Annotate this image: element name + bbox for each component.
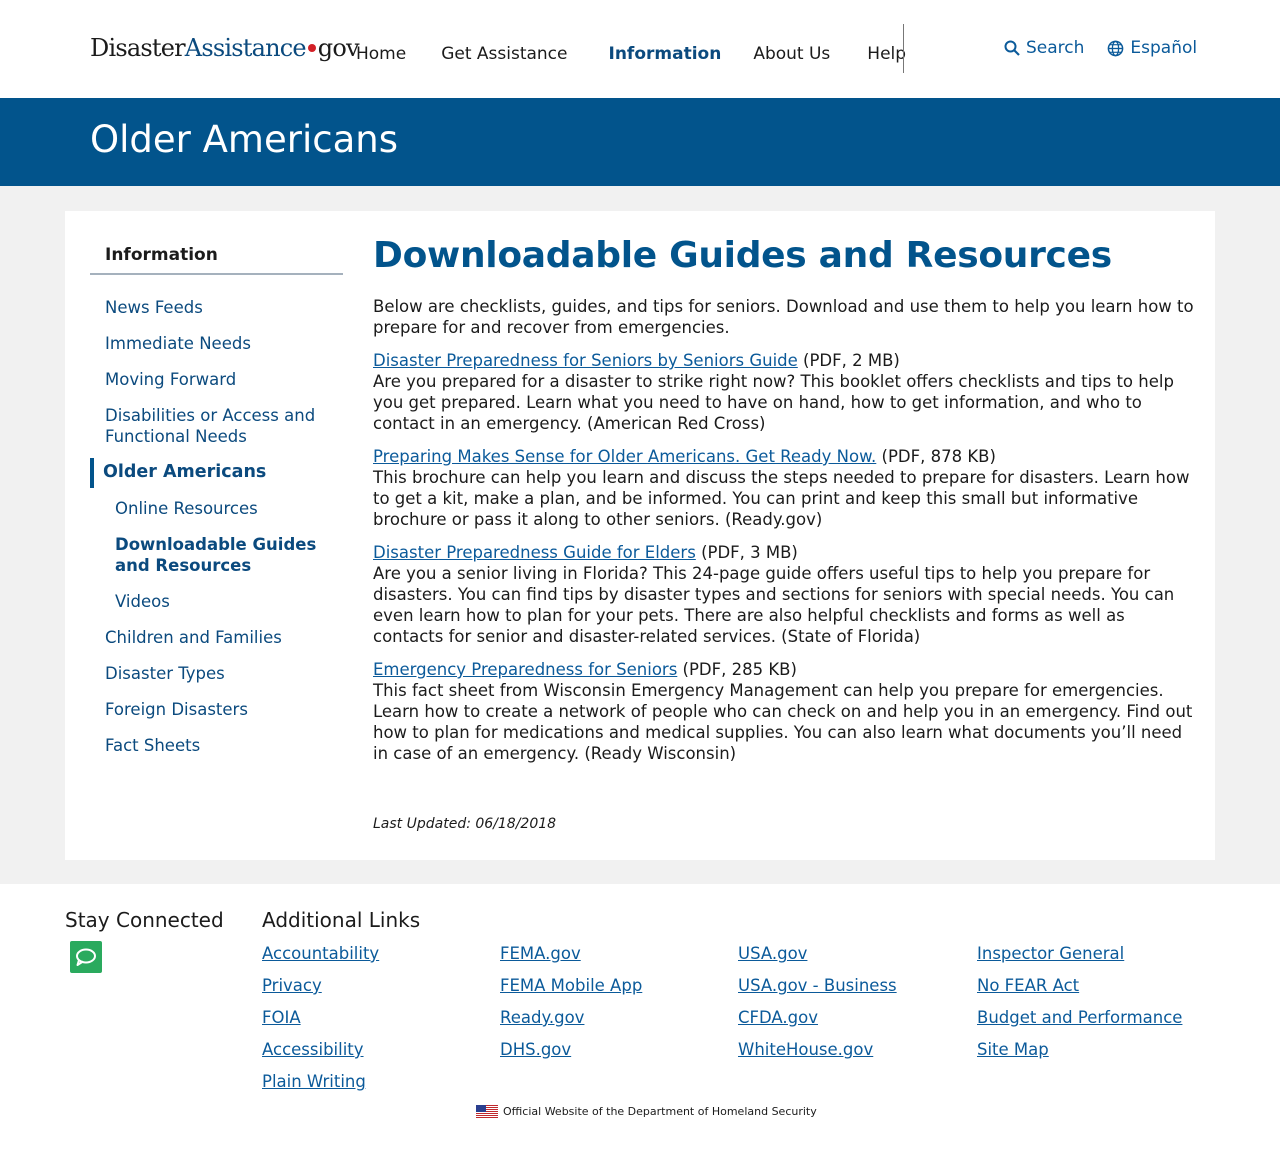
footer-link-cfda[interactable]: CFDA.gov — [738, 1008, 818, 1027]
footer-link-usa[interactable]: USA.gov — [738, 944, 807, 963]
nav-help[interactable]: Help — [867, 44, 906, 64]
footer-link-fema-mobile-app[interactable]: FEMA Mobile App — [500, 976, 642, 995]
sidebar-item-disaster-types[interactable]: Disaster Types — [105, 663, 340, 684]
sidebar-item-immediate-needs[interactable]: Immediate Needs — [105, 333, 340, 354]
page-title: Older Americans — [90, 118, 398, 161]
footer-link-plain-writing[interactable]: Plain Writing — [262, 1072, 366, 1091]
footer-link-fema[interactable]: FEMA.gov — [500, 944, 581, 963]
resource-link[interactable]: Disaster Preparedness for Seniors by Sen… — [373, 351, 798, 370]
sidebar-item-disabilities[interactable]: Disabilities or Access and Functional Ne… — [105, 405, 340, 447]
nav-about-us[interactable]: About Us — [753, 44, 830, 64]
resource-link[interactable]: Emergency Preparedness for Seniors — [373, 660, 677, 679]
resource-link[interactable]: Preparing Makes Sense for Older American… — [373, 447, 876, 466]
sidebar-heading: Information — [105, 245, 218, 265]
sidebar-item-news-feeds[interactable]: News Feeds — [105, 297, 340, 318]
sidebar-item-foreign-disasters[interactable]: Foreign Disasters — [105, 699, 340, 720]
sidebar-item-fact-sheets[interactable]: Fact Sheets — [105, 735, 340, 756]
resource-meta: (PDF, 2 MB) — [803, 351, 900, 370]
globe-icon — [1108, 40, 1124, 56]
additional-links-heading: Additional Links — [262, 908, 421, 932]
content-heading: Downloadable Guides and Resources — [373, 235, 1112, 276]
search-icon — [1004, 40, 1020, 56]
content-card: Information News Feeds Immediate Needs M… — [65, 211, 1215, 860]
footer-link-dhs[interactable]: DHS.gov — [500, 1040, 571, 1059]
search-button[interactable]: Search — [1004, 38, 1084, 58]
chat-button[interactable] — [70, 941, 102, 973]
nav-information[interactable]: Information — [609, 44, 722, 64]
footer-link-usa-business[interactable]: USA.gov - Business — [738, 976, 897, 995]
resource-item: Disaster Preparedness for Seniors by Sen… — [373, 350, 1198, 434]
footer-link-inspector-general[interactable]: Inspector General — [977, 944, 1124, 963]
resource-description: Are you prepared for a disaster to strik… — [373, 372, 1174, 433]
sidebar-item-downloadable-guides[interactable]: Downloadable Guides and Resources — [115, 534, 340, 576]
footer-link-foia[interactable]: FOIA — [262, 1008, 301, 1027]
content-area: Information News Feeds Immediate Needs M… — [0, 186, 1280, 884]
resource-description: This fact sheet from Wisconsin Emergency… — [373, 681, 1193, 763]
logo-part-1: Disaster — [90, 34, 186, 62]
logo-part-2: Assistance — [184, 34, 307, 62]
official-website-notice: Official Website of the Department of Ho… — [476, 1105, 817, 1118]
footer-link-no-fear-act[interactable]: No FEAR Act — [977, 976, 1079, 995]
nav-divider — [903, 24, 904, 73]
resource-meta: (PDF, 285 KB) — [682, 660, 797, 679]
sidebar-active-indicator — [90, 458, 94, 488]
last-updated: Last Updated: 06/18/2018 — [373, 816, 557, 832]
sidebar-divider — [90, 273, 343, 275]
resource-meta: (PDF, 3 MB) — [701, 543, 798, 562]
logo-part-3: gov — [317, 34, 360, 62]
search-label: Search — [1026, 38, 1085, 58]
us-flag-icon — [476, 1105, 498, 1118]
intro-text: Below are checklists, guides, and tips f… — [373, 297, 1194, 337]
sidebar-item-online-resources[interactable]: Online Resources — [115, 498, 340, 519]
footer-link-privacy[interactable]: Privacy — [262, 976, 322, 995]
sidebar-item-children-families[interactable]: Children and Families — [105, 627, 340, 648]
resource-item: Preparing Makes Sense for Older American… — [373, 446, 1198, 530]
logo-dot — [307, 44, 316, 52]
footer-link-accountability[interactable]: Accountability — [262, 944, 379, 963]
resource-meta: (PDF, 878 KB) — [881, 447, 996, 466]
footer-link-site-map[interactable]: Site Map — [977, 1040, 1049, 1059]
language-label: Español — [1130, 38, 1198, 58]
utility-nav: Search Español — [1004, 38, 1220, 58]
language-button[interactable]: Español — [1107, 38, 1197, 58]
page-banner: Older Americans — [0, 98, 1280, 186]
footer-link-whitehouse[interactable]: WhiteHouse.gov — [738, 1040, 873, 1059]
footer-link-budget-performance[interactable]: Budget and Performance — [977, 1008, 1182, 1027]
sidebar-item-moving-forward[interactable]: Moving Forward — [105, 369, 340, 390]
footer-link-ready[interactable]: Ready.gov — [500, 1008, 584, 1027]
sidebar-item-videos[interactable]: Videos — [115, 591, 340, 612]
site-header: DisasterAssistance gov Home Get Assistanc… — [0, 0, 1280, 98]
resource-item: Disaster Preparedness Guide for Elders (… — [373, 542, 1198, 647]
resource-link[interactable]: Disaster Preparedness Guide for Elders — [373, 543, 696, 562]
sidebar-item-older-americans[interactable]: Older Americans — [103, 462, 338, 483]
nav-home[interactable]: Home — [356, 44, 406, 64]
resource-description: This brochure can help you learn and dis… — [373, 468, 1190, 529]
nav-get-assistance[interactable]: Get Assistance — [441, 44, 567, 64]
footer-link-accessibility[interactable]: Accessibility — [262, 1040, 364, 1059]
stay-connected-heading: Stay Connected — [65, 908, 224, 932]
official-text: Official Website of the Department of Ho… — [503, 1105, 817, 1118]
chat-icon — [76, 948, 96, 966]
site-logo[interactable]: DisasterAssistance gov — [90, 34, 360, 62]
resource-item: Emergency Preparedness for Seniors (PDF,… — [373, 659, 1198, 764]
main-nav: Home Get Assistance Information About Us… — [356, 44, 941, 64]
resource-description: Are you a senior living in Florida? This… — [373, 564, 1175, 646]
